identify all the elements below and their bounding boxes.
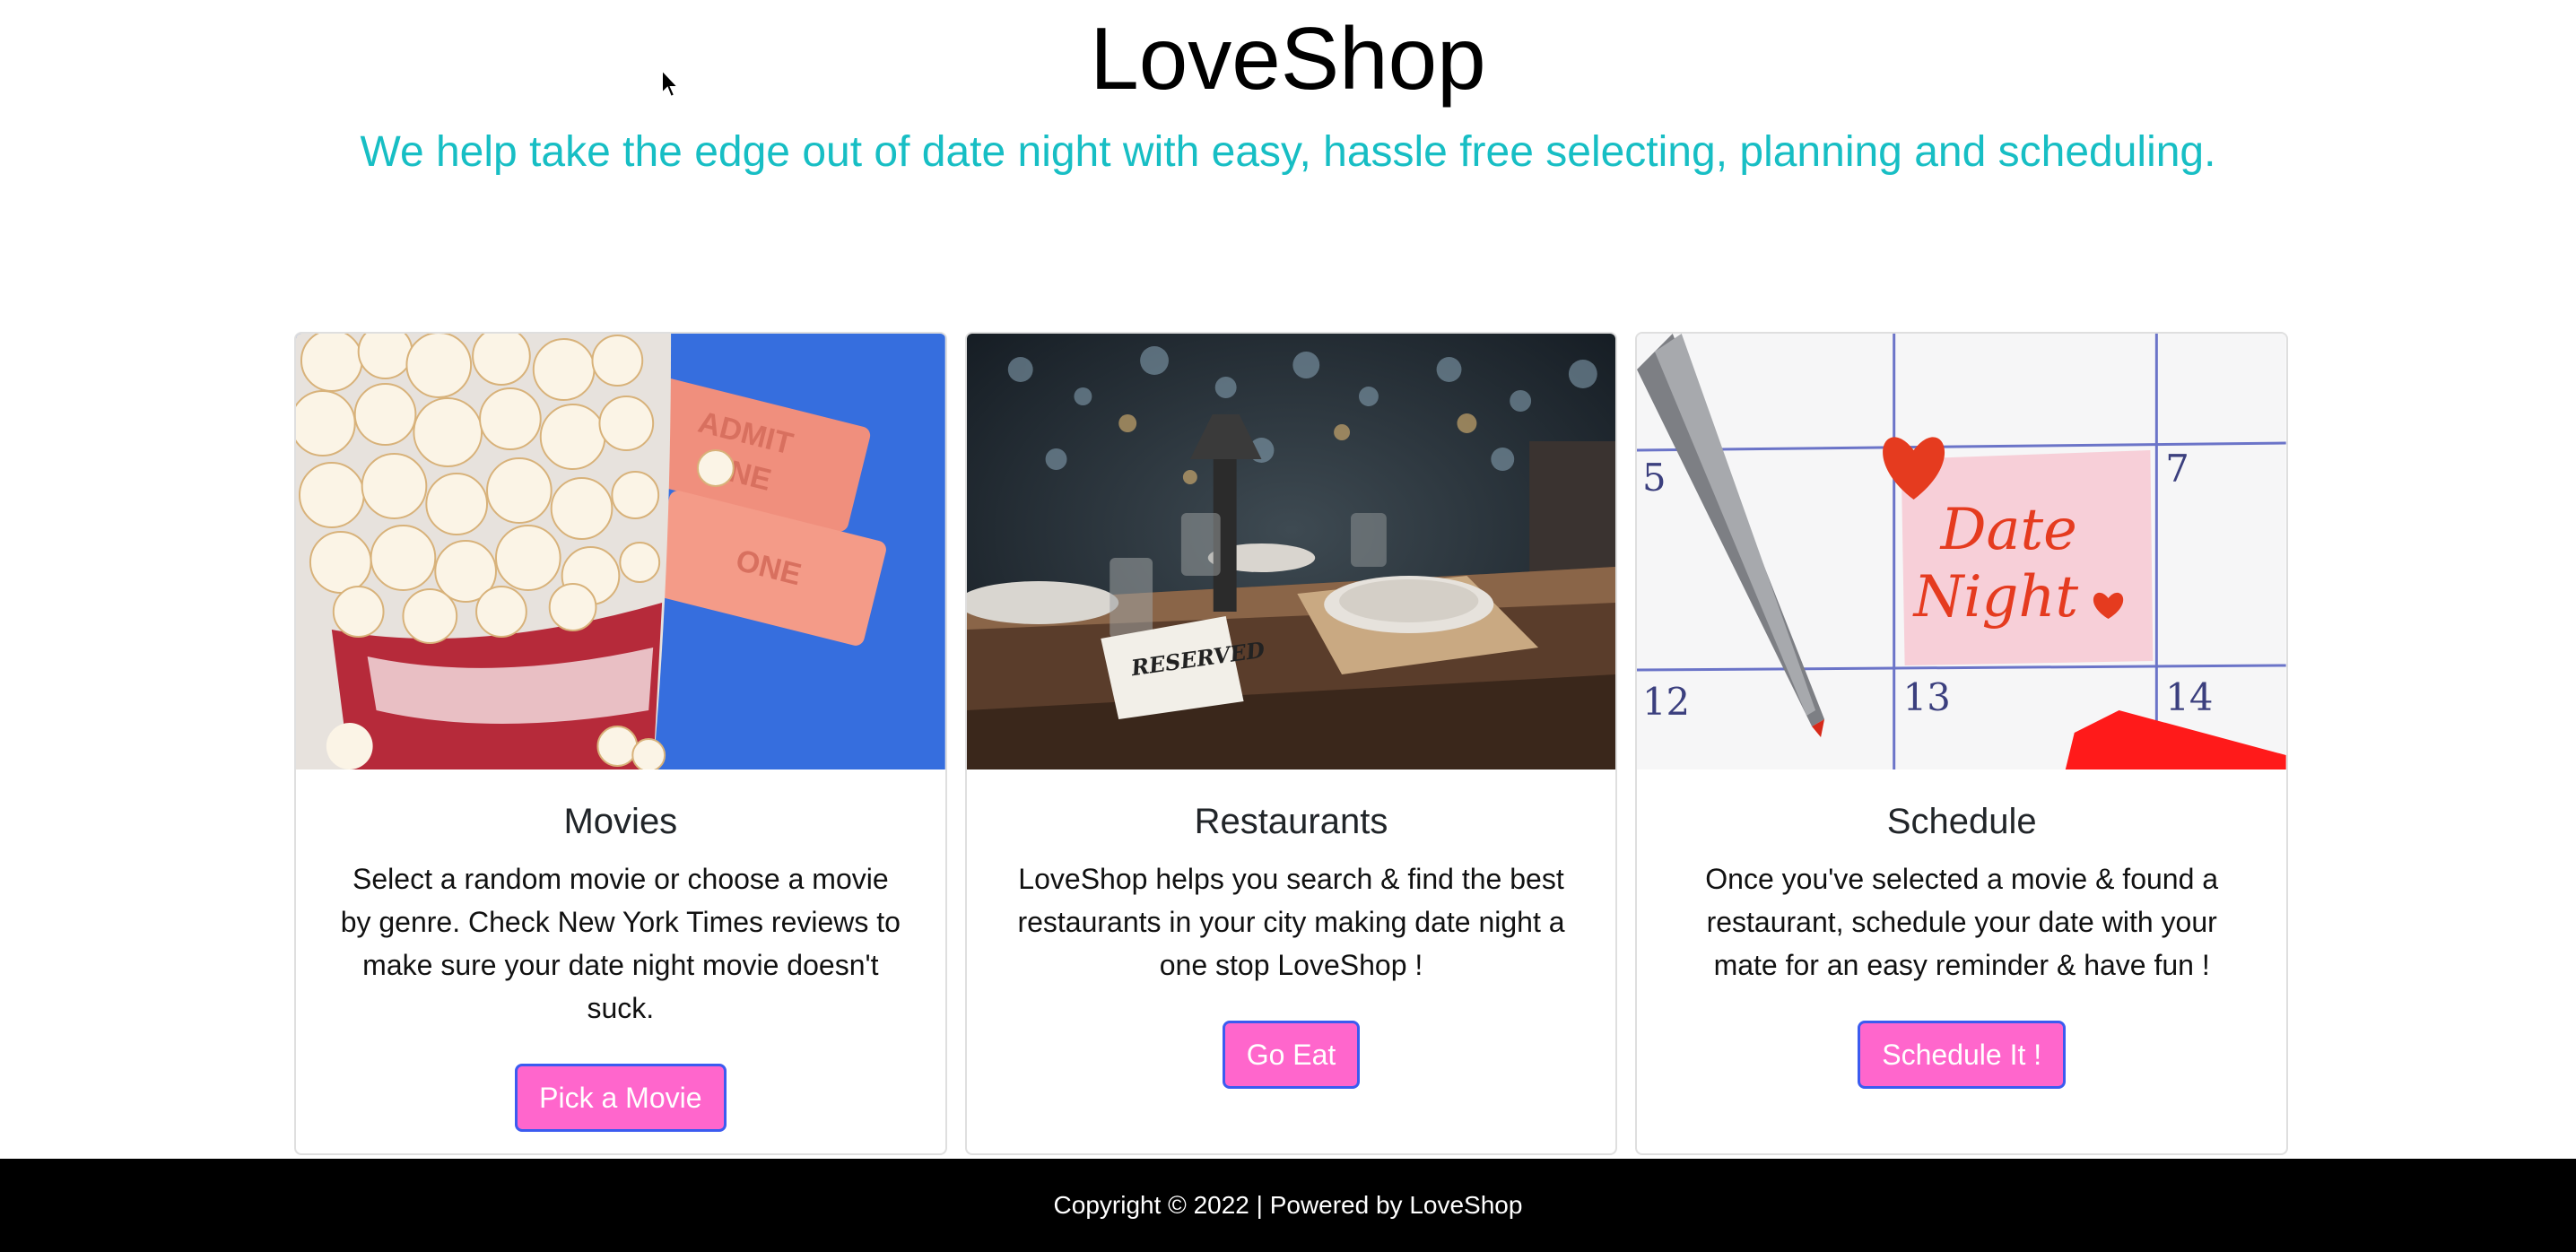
calendar-day: 14: [2166, 675, 2214, 719]
card-text: Select a random movie or choose a movie …: [340, 863, 901, 1024]
schedule-it-button[interactable]: Schedule It !: [1858, 1021, 2067, 1089]
card-title: Schedule: [1886, 802, 2037, 841]
card-schedule: 5 6 7 12 13 14 Date Night Schedule Once …: [1635, 332, 2289, 1155]
calendar-day: 7: [2166, 447, 2190, 491]
card-restaurants: RESERVED Restaurants LoveShop helps you …: [964, 332, 1618, 1155]
copyright-text: Copyright © 2022 | Powered by LoveShop: [1053, 1191, 1523, 1219]
mouse-cursor-icon: [661, 68, 680, 99]
date-night-note: Date: [1940, 497, 2077, 563]
card-text: Once you've selected a movie & found a r…: [1705, 863, 2219, 981]
calendar-date-night-image: 5 6 7 12 13 14 Date Night: [1637, 334, 2287, 769]
site-title: LoveShop: [1090, 9, 1486, 108]
footer: Copyright © 2022 | Powered by LoveShop: [0, 1159, 2576, 1252]
tagline: We help take the edge out of date night …: [360, 128, 2216, 176]
card-text: LoveShop helps you search & find the bes…: [1017, 863, 1565, 981]
popcorn-tickets-image: ADMIT ONE ONE: [296, 334, 945, 769]
pick-movie-button[interactable]: Pick a Movie: [515, 1064, 727, 1132]
card-title: Movies: [563, 802, 678, 841]
calendar-day: 13: [1903, 675, 1951, 719]
card-group: ADMIT ONE ONE Movies Select a random mov…: [294, 332, 2289, 1155]
date-night-note: Night: [1912, 564, 2079, 630]
card-title: Restaurants: [1194, 802, 1388, 841]
calendar-day: 12: [1642, 680, 1690, 724]
card-movies: ADMIT ONE ONE Movies Select a random mov…: [294, 332, 947, 1155]
go-eat-button[interactable]: Go Eat: [1222, 1021, 1361, 1089]
calendar-day: 5: [1642, 456, 1667, 500]
restaurant-table-image: RESERVED: [966, 334, 1616, 769]
